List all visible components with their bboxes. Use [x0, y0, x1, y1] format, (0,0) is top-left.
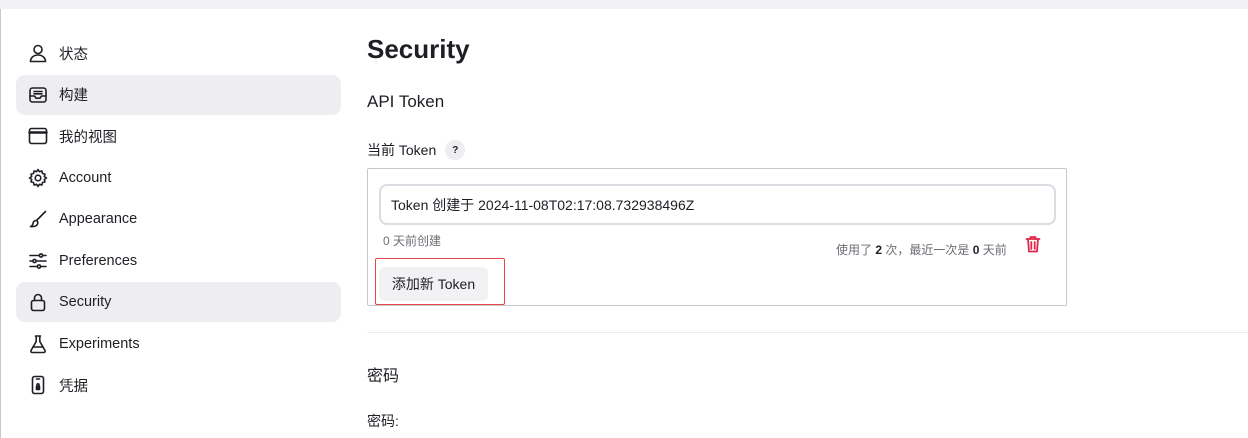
- brush-icon: [28, 209, 48, 229]
- token-usage-text: 使用了 2 次，最近一次是 0 天前: [836, 241, 1007, 258]
- usage-count: 2: [875, 243, 883, 257]
- add-token-button[interactable]: 添加新 Token: [379, 267, 488, 301]
- sidebar-item-label: 构建: [59, 88, 88, 104]
- lock-icon: [28, 292, 48, 312]
- password-heading: 密码: [367, 368, 400, 385]
- current-token-label-row: 当前 Token ?: [367, 140, 466, 160]
- usage-suffix: 天前: [982, 243, 1007, 257]
- sidebar-item-builds[interactable]: 构建: [16, 74, 341, 115]
- person-icon: [28, 43, 48, 63]
- inbox-icon: [28, 85, 48, 105]
- usage-days: 0: [972, 243, 980, 257]
- page-title: Security: [367, 34, 470, 64]
- sidebar-item-label: Security: [59, 294, 112, 310]
- main-content: Security API Token 当前 Token ? 0 天前创建 使用了…: [367, 0, 1248, 438]
- sidebar-item-label: 状态: [59, 46, 88, 63]
- usage-prefix: 使用了: [836, 243, 873, 257]
- section-divider: [367, 332, 1248, 333]
- trash-icon[interactable]: [1025, 235, 1041, 253]
- password-label: 密码:: [367, 413, 399, 429]
- sidebar: 状态 构建 我的视图 Account Appearance Preference…: [16, 33, 341, 407]
- help-icon[interactable]: ?: [445, 140, 466, 160]
- token-created-text: 0 天前创建: [383, 234, 442, 248]
- window-edge: [0, 9, 1, 438]
- sidebar-item-label: Account: [59, 169, 112, 186]
- sidebar-item-account[interactable]: Account: [16, 158, 341, 198]
- gear-icon: [28, 168, 48, 188]
- sidebar-item-label: 凭据: [59, 378, 88, 395]
- sidebar-item-security[interactable]: Security: [16, 282, 341, 322]
- sidebar-item-experiments[interactable]: Experiments: [16, 324, 341, 364]
- api-token-heading: API Token: [367, 92, 445, 111]
- sidebar-item-my-views[interactable]: 我的视图: [16, 116, 341, 156]
- flask-icon: [28, 334, 48, 354]
- device-icon: [28, 375, 48, 395]
- sliders-icon: [28, 251, 48, 271]
- sidebar-item-preferences[interactable]: Preferences: [16, 241, 341, 281]
- sidebar-item-label: Experiments: [59, 335, 140, 352]
- sidebar-item-appearance[interactable]: Appearance: [16, 199, 341, 239]
- sidebar-item-label: 我的视图: [59, 129, 117, 146]
- add-token-highlight: 添加新 Token: [375, 258, 505, 305]
- sidebar-item-status[interactable]: 状态: [16, 33, 341, 73]
- usage-middle: 次，最近一次是: [885, 243, 970, 257]
- token-panel: 0 天前创建 使用了 2 次，最近一次是 0 天前 添加新 Token: [367, 168, 1067, 306]
- token-name-input[interactable]: [379, 184, 1056, 225]
- sidebar-item-label: Preferences: [59, 252, 138, 269]
- current-token-label: 当前 Token: [367, 142, 437, 158]
- sidebar-item-label: Appearance: [59, 211, 138, 227]
- window-icon: [28, 126, 48, 146]
- sidebar-item-credentials[interactable]: 凭据: [16, 365, 341, 405]
